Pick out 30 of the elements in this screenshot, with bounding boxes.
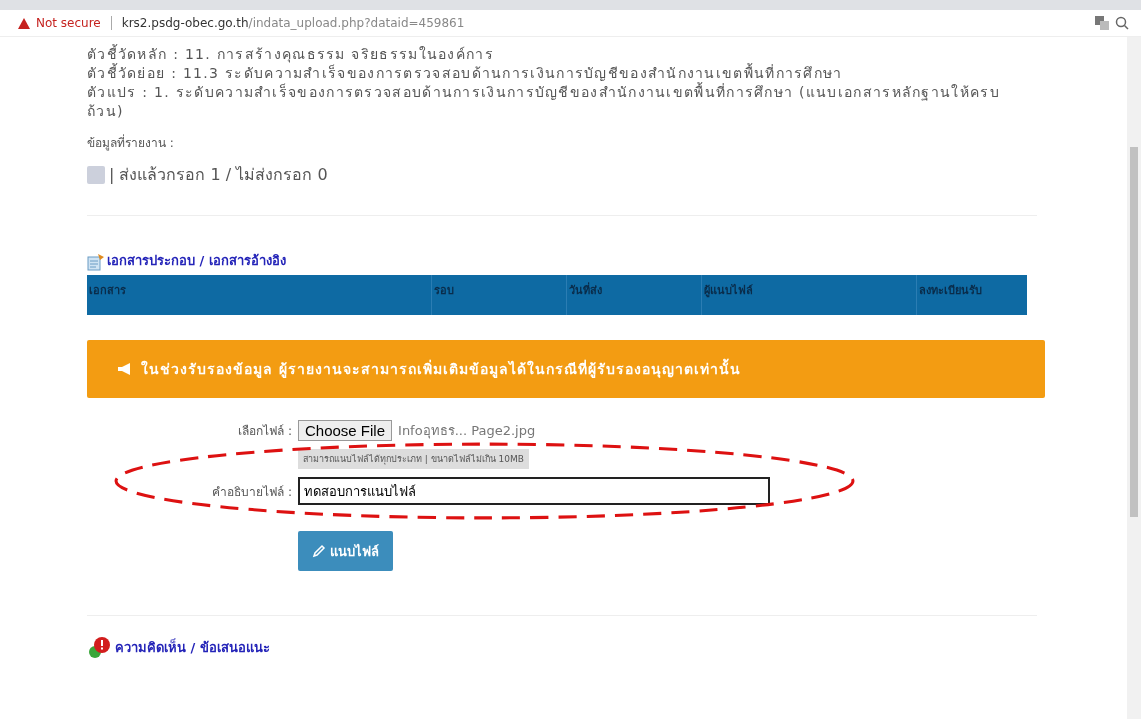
report-label: ข้อมูลที่รายงาน : bbox=[87, 133, 175, 152]
security-label[interactable]: Not secure bbox=[36, 16, 101, 30]
file-label: เลือกไฟล์ : bbox=[237, 423, 292, 440]
file-hint: สามารถแนบไฟล์ได้ทุกประเภท | ขนาดไฟล์ไม่เกิน 10MB bbox=[298, 449, 529, 469]
description-label: คำอธิบายไฟล์ : bbox=[211, 483, 292, 501]
column-header: เอกสาร bbox=[87, 275, 432, 315]
indicator-text: ตัวชี้วัดหลัก : 11. การสร้างคุณธรรม จริยธรรมในองค์การ bbox=[87, 45, 495, 63]
section-title: ความคิดเห็น / ข้อเสนอแนะ bbox=[115, 637, 270, 657]
column-header: วันที่ส่ง bbox=[567, 275, 702, 315]
alert-text: ในช่วงรับรองข้อมูล ผู้รายงานจะสามารถเพิ่มเติมข้อมูลได้ในกรณีที่ผู้รับรองอนุญาตเท่านั้น bbox=[141, 358, 741, 380]
indicator-text: ตัวแปร : 1. ระดับความสำเร็จของการตรวจสอบด้านการเงินการบัญชีของสำนักงานเขตพื้นที่การศึกษา (แนบเอกสารหลักฐานให้ครบถ้วน) bbox=[87, 83, 1001, 121]
translate-icon[interactable] bbox=[1095, 16, 1109, 30]
comment-icon bbox=[87, 636, 113, 658]
scrollbar-thumb[interactable] bbox=[1130, 147, 1138, 517]
section-title: เอกสารประกอบ / เอกสารอ้างอิง bbox=[107, 252, 286, 270]
attach-button[interactable]: แนบไฟล์ bbox=[298, 531, 393, 571]
warning-icon bbox=[18, 17, 30, 29]
megaphone-icon bbox=[117, 363, 133, 375]
choose-file-button[interactable]: Choose File bbox=[298, 420, 393, 441]
zoom-icon[interactable] bbox=[1115, 16, 1129, 30]
column-header: รอบ bbox=[432, 275, 567, 315]
description-field[interactable]: ทดสอบการแนบไฟล์ bbox=[298, 477, 770, 505]
column-header: ลงทะเบียนรับ bbox=[918, 283, 983, 299]
indicator-text: ตัวชี้วัดย่อย : 11.3 ระดับความสำเร็จของการตรวจสอบด้านการเงินการบัญชีของสำนักงานเขตพื้นที่การศึกษา bbox=[87, 64, 844, 82]
pencil-icon bbox=[312, 544, 326, 558]
url-text: krs2.psdg-obec.go.th/indata_upload.php?dataid=459861 bbox=[121, 16, 465, 30]
column-header: ผู้แนบไฟล์ bbox=[702, 275, 917, 315]
status-text: | ส่งแล้วกรอก 1 / ไม่ส่งกรอก 0 bbox=[109, 164, 328, 186]
file-name: Infoอุทธร... Page2.jpg bbox=[398, 422, 536, 441]
document-icon bbox=[87, 253, 105, 271]
